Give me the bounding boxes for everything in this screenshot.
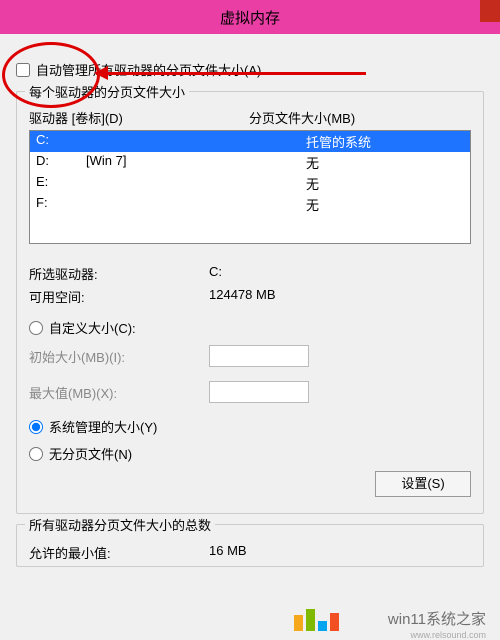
group-title: 每个驱动器的分页文件大小 <box>25 82 189 101</box>
group-total: 所有驱动器分页文件大小的总数 允许的最小值: 16 MB <box>16 524 484 567</box>
init-size-row: 初始大小(MB)(I): <box>29 345 471 367</box>
radio-system-input[interactable] <box>29 420 43 434</box>
group-per-drive: 每个驱动器的分页文件大小 驱动器 [卷标](D) 分页文件大小(MB) C:托管… <box>16 91 484 514</box>
init-size-label: 初始大小(MB)(I): <box>29 347 209 366</box>
col-page: 分页文件大小(MB) <box>249 108 471 127</box>
auto-manage-checkbox[interactable] <box>16 63 30 77</box>
watermark: win11系统之家 www.relsound.com <box>0 599 500 639</box>
group-total-title: 所有驱动器分页文件大小的总数 <box>25 515 215 534</box>
radio-none[interactable]: 无分页文件(N) <box>29 444 471 463</box>
radio-system-label: 系统管理的大小(Y) <box>49 417 157 436</box>
table-row[interactable]: F:无 <box>30 194 470 215</box>
min-allowed-label: 允许的最小值: <box>29 543 209 562</box>
init-size-input <box>209 345 309 367</box>
max-size-input <box>209 381 309 403</box>
col-drive: 驱动器 [卷标](D) <box>29 108 249 127</box>
min-allowed-value: 16 MB <box>209 543 247 562</box>
table-row[interactable]: C:托管的系统 <box>30 131 470 152</box>
table-row[interactable]: E:无 <box>30 173 470 194</box>
radio-system[interactable]: 系统管理的大小(Y) <box>29 417 471 436</box>
auto-manage-label: 自动管理所有驱动器的分页文件大小(A) <box>36 60 261 79</box>
radio-none-label: 无分页文件(N) <box>49 444 132 463</box>
selected-drive-value: C: <box>209 264 222 283</box>
set-button-row: 设置(S) <box>29 471 471 497</box>
selected-drive-label: 所选驱动器: <box>29 264 209 283</box>
content-area: 自动管理所有驱动器的分页文件大小(A) 每个驱动器的分页文件大小 驱动器 [卷标… <box>0 34 500 587</box>
radio-custom-label: 自定义大小(C): <box>49 318 136 337</box>
watermark-text: win11系统之家 <box>388 608 486 629</box>
avail-space-label: 可用空间: <box>29 287 209 306</box>
avail-space-value: 124478 MB <box>209 287 276 306</box>
window-title: 虚拟内存 <box>220 7 280 28</box>
list-header: 驱动器 [卷标](D) 分页文件大小(MB) <box>29 108 471 127</box>
table-row[interactable]: D:[Win 7]无 <box>30 152 470 173</box>
auto-manage-row[interactable]: 自动管理所有驱动器的分页文件大小(A) <box>16 60 484 79</box>
titlebar: 虚拟内存 <box>0 0 500 34</box>
max-size-row: 最大值(MB)(X): <box>29 381 471 403</box>
drive-list[interactable]: C:托管的系统D:[Win 7]无E:无F:无 <box>29 130 471 244</box>
max-size-label: 最大值(MB)(X): <box>29 383 209 402</box>
selected-drive-row: 所选驱动器: C: <box>29 264 471 283</box>
set-button[interactable]: 设置(S) <box>375 471 471 497</box>
size-options: 自定义大小(C): 初始大小(MB)(I): 最大值(MB)(X): 系统管理的… <box>29 318 471 463</box>
radio-custom-input[interactable] <box>29 321 43 335</box>
close-button[interactable] <box>480 0 500 22</box>
watermark-icon <box>294 609 342 631</box>
radio-none-input[interactable] <box>29 447 43 461</box>
avail-space-row: 可用空间: 124478 MB <box>29 287 471 306</box>
min-allowed-row: 允许的最小值: 16 MB <box>29 543 471 562</box>
radio-custom[interactable]: 自定义大小(C): <box>29 318 471 337</box>
